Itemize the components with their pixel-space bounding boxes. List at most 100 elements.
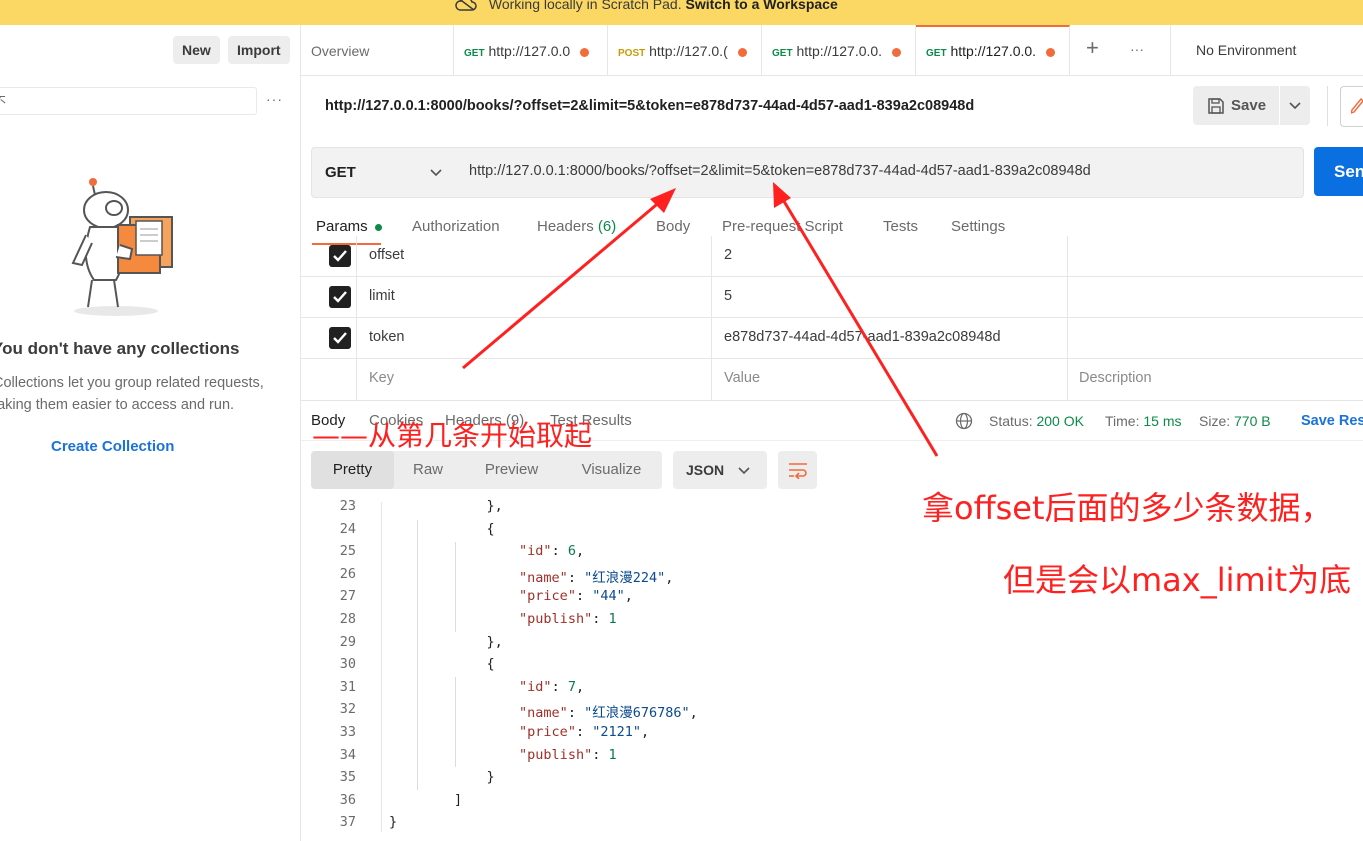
code-text: "price": "44", bbox=[519, 588, 633, 605]
url-input[interactable]: http://127.0.0.1:8000/books/?offset=2&li… bbox=[456, 147, 1304, 198]
tab-headers[interactable]: Headers (6) bbox=[537, 218, 616, 235]
empty-desc-line-2: making them easier to access and run. bbox=[0, 397, 235, 413]
response-view-switcher: Pretty Raw Preview Visualize bbox=[311, 451, 662, 489]
line-number: 27 bbox=[339, 588, 356, 605]
size-value: 770 B bbox=[1234, 413, 1271, 429]
save-options-button[interactable] bbox=[1280, 86, 1310, 125]
code-line: 34 "publish": 1 bbox=[301, 747, 1001, 769]
chevron-down-icon bbox=[737, 463, 751, 480]
limit-annotation-line-1: 拿offset后面的多少条数据， bbox=[922, 489, 1333, 527]
code-text: "name": "红浪漫224", bbox=[519, 569, 674, 586]
create-collection-link[interactable]: Create Collection bbox=[51, 438, 174, 455]
view-pretty[interactable]: Pretty bbox=[311, 451, 394, 489]
tab-url: http://127.0.( bbox=[649, 43, 728, 59]
tab-request-3[interactable]: GET http://127.0.0. bbox=[762, 25, 916, 75]
unsaved-dot-icon bbox=[580, 47, 590, 57]
tab-overview[interactable]: Overview bbox=[301, 25, 454, 75]
param-checkbox[interactable] bbox=[329, 245, 351, 267]
new-button[interactable]: New bbox=[173, 36, 220, 64]
wrap-lines-button[interactable] bbox=[778, 451, 817, 489]
code-line: 36 ] bbox=[301, 792, 1001, 814]
code-line: 33 "price": "2121", bbox=[301, 724, 1001, 746]
pencil-icon bbox=[1349, 97, 1363, 117]
wrap-lines-icon bbox=[788, 461, 808, 482]
param-key[interactable]: limit bbox=[369, 288, 395, 304]
line-number: 30 bbox=[339, 656, 356, 673]
tab-method: POST bbox=[618, 48, 646, 59]
save-icon bbox=[1207, 97, 1225, 118]
code-line: 32 "name": "红浪漫676786", bbox=[301, 701, 1001, 723]
tab-request-1[interactable]: GET http://127.0.0 bbox=[454, 25, 608, 75]
tab-tests[interactable]: Tests bbox=[883, 218, 918, 235]
tab-more-icon[interactable]: ··· bbox=[1130, 41, 1144, 57]
format-select[interactable]: JSON bbox=[673, 451, 767, 489]
param-row-new: Key Value Description bbox=[301, 359, 1363, 401]
empty-desc-line-1: Collections let you group related reques… bbox=[0, 375, 264, 391]
tab-request-2[interactable]: POST http://127.0.( bbox=[608, 25, 762, 75]
save-button[interactable]: Save bbox=[1193, 86, 1279, 125]
indent-guide bbox=[455, 677, 456, 767]
sidebar-more-icon[interactable]: ··· bbox=[266, 91, 283, 107]
tab-body[interactable]: Body bbox=[656, 218, 690, 235]
code-text: { bbox=[389, 520, 495, 537]
param-key-placeholder[interactable]: Key bbox=[369, 370, 394, 386]
view-preview[interactable]: Preview bbox=[462, 451, 561, 489]
param-value[interactable]: e878d737-44ad-4d57-aad1-839a2c08948d bbox=[724, 329, 1001, 345]
param-key[interactable]: token bbox=[369, 329, 404, 345]
switch-workspace-link[interactable]: Switch to a Workspace bbox=[686, 0, 838, 12]
edit-button[interactable] bbox=[1340, 86, 1363, 127]
line-number: 28 bbox=[339, 611, 356, 627]
divider bbox=[1327, 86, 1328, 126]
indent-guide bbox=[417, 520, 418, 790]
view-raw[interactable]: Raw bbox=[394, 451, 462, 489]
response-size: Size: 770 B bbox=[1199, 413, 1271, 429]
collection-filter-input[interactable]: 不 bbox=[0, 87, 257, 115]
code-line: 28 "publish": 1 bbox=[301, 611, 1001, 633]
tab-actions: + ··· bbox=[1070, 25, 1171, 75]
environment-selector[interactable]: No Environment bbox=[1196, 42, 1296, 58]
size-label: Size: bbox=[1199, 413, 1231, 429]
scratch-pad-banner: Working locally in Scratch Pad. Switch t… bbox=[0, 0, 1363, 25]
send-button[interactable]: Send bbox=[1314, 147, 1363, 196]
line-number: 31 bbox=[339, 678, 356, 695]
code-line: 24 { bbox=[301, 521, 1001, 543]
code-text: "id": 7, bbox=[519, 678, 585, 695]
line-number: 24 bbox=[339, 520, 356, 537]
param-value[interactable]: 5 bbox=[724, 288, 732, 304]
empty-collections-desc: Collections let you group related reques… bbox=[0, 372, 277, 416]
gutter-divider bbox=[381, 502, 382, 832]
code-line: 27 "price": "44", bbox=[301, 588, 1001, 610]
add-tab-icon[interactable]: + bbox=[1086, 35, 1099, 61]
param-key[interactable]: offset bbox=[369, 247, 404, 263]
param-checkbox[interactable] bbox=[329, 286, 351, 308]
tab-request-4[interactable]: GET http://127.0.0. bbox=[916, 25, 1070, 75]
line-number: 32 bbox=[339, 701, 356, 718]
param-value-placeholder[interactable]: Value bbox=[724, 370, 760, 386]
code-line: 23 }, bbox=[301, 498, 1001, 520]
param-description-placeholder[interactable]: Description bbox=[1079, 370, 1152, 386]
import-button[interactable]: Import bbox=[228, 36, 290, 64]
view-visualize[interactable]: Visualize bbox=[561, 451, 662, 489]
save-response-button[interactable]: Save Response bbox=[1301, 413, 1363, 429]
empty-collections-illustration bbox=[68, 175, 183, 320]
tab-params[interactable]: Params bbox=[316, 218, 382, 235]
globe-icon[interactable] bbox=[955, 412, 973, 433]
tab-prerequest[interactable]: Pre-request Script bbox=[722, 218, 843, 235]
code-text: } bbox=[389, 814, 398, 831]
param-value[interactable]: 2 bbox=[724, 247, 732, 263]
tab-url: http://127.0.0. bbox=[950, 43, 1037, 59]
code-line: 25 "id": 6, bbox=[301, 543, 1001, 565]
time-label: Time: bbox=[1105, 413, 1140, 429]
save-label: Save bbox=[1231, 97, 1267, 114]
banner-text: Working locally in Scratch Pad. bbox=[488, 0, 682, 12]
url-value: http://127.0.0.1:8000/books/?offset=2&li… bbox=[469, 163, 1091, 179]
param-row: token e878d737-44ad-4d57-aad1-839a2c0894… bbox=[301, 318, 1363, 359]
code-line: 31 "id": 7, bbox=[301, 679, 1001, 701]
method-select[interactable]: GET bbox=[311, 147, 457, 198]
tab-settings[interactable]: Settings bbox=[951, 218, 1005, 235]
chevron-down-icon bbox=[1288, 98, 1302, 115]
tab-authorization[interactable]: Authorization bbox=[412, 218, 500, 235]
param-checkbox[interactable] bbox=[329, 327, 351, 349]
tab-method: GET bbox=[772, 48, 793, 59]
code-text: }, bbox=[389, 633, 503, 650]
